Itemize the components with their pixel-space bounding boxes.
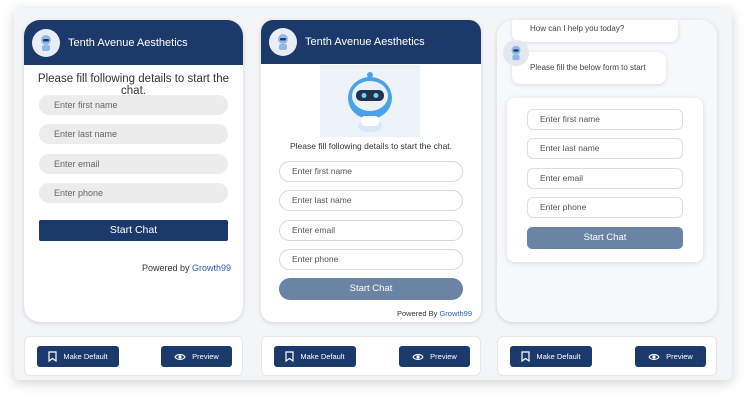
first-name-input[interactable]: Enter first name (279, 161, 463, 182)
powered-by-label: Powered by (141, 263, 192, 273)
chat-widget-template-2: Tenth Avenue Aesthetics Please fill foll… (261, 20, 481, 322)
email-input[interactable]: Enter email (39, 154, 228, 174)
preview-label: Preview (192, 352, 219, 361)
robot-icon (348, 72, 392, 132)
bot-avatar (269, 28, 297, 56)
preview-button[interactable]: Preview (161, 346, 232, 367)
preview-button[interactable]: Preview (399, 346, 470, 367)
widget-gallery: Tenth Avenue Aesthetics Please fill foll… (0, 0, 746, 403)
start-chat-button[interactable]: Start Chat (527, 227, 683, 249)
bot-avatar (32, 28, 60, 57)
intro-text: Please fill following details to start t… (37, 73, 230, 97)
robot-icon (278, 34, 288, 50)
greeting-bubble: How can I help you today? (512, 20, 678, 42)
preview-label: Preview (430, 352, 457, 361)
powered-by: Powered By Growth99 (397, 309, 472, 318)
first-name-input[interactable]: Enter first name (527, 109, 683, 130)
make-default-button[interactable]: Make Default (274, 346, 356, 367)
make-default-button[interactable]: Make Default (37, 346, 119, 367)
make-default-label: Make Default (536, 352, 581, 361)
template-2-actions: Make Default Preview (261, 336, 481, 376)
widget-header: Tenth Avenue Aesthetics (24, 20, 243, 65)
make-default-button[interactable]: Make Default (510, 346, 592, 367)
bookmark-icon (285, 351, 295, 362)
preview-label: Preview (666, 352, 693, 361)
last-name-input[interactable]: Enter last name (39, 124, 228, 144)
eye-icon (648, 353, 660, 360)
robot-illustration (320, 65, 420, 137)
email-input[interactable]: Enter email (279, 220, 463, 241)
start-chat-button[interactable]: Start Chat (279, 278, 463, 300)
widget-header: Tenth Avenue Aesthetics (261, 20, 481, 64)
eye-icon (174, 353, 186, 360)
phone-input[interactable]: Enter phone (39, 183, 228, 203)
growth99-link[interactable]: Growth99 (439, 309, 472, 318)
make-default-label: Make Default (63, 352, 108, 361)
robot-icon (511, 45, 521, 61)
last-name-input[interactable]: Enter last name (527, 138, 683, 159)
form-card: Enter first name Enter last name Enter e… (507, 98, 703, 262)
last-name-input[interactable]: Enter last name (279, 190, 463, 211)
chat-widget-template-3: How can I help you today? Please fill th… (497, 20, 717, 322)
intro-text: Please fill following details to start t… (289, 141, 453, 151)
phone-input[interactable]: Enter phone (279, 249, 463, 270)
eye-icon (412, 353, 424, 360)
first-name-input[interactable]: Enter first name (39, 95, 228, 115)
form-prompt-bubble: Please fill the below form to start (512, 52, 666, 84)
make-default-label: Make Default (300, 352, 345, 361)
preview-button[interactable]: Preview (635, 346, 706, 367)
powered-by-label: Powered By (396, 309, 440, 318)
bookmark-icon (48, 351, 58, 362)
widget-title: Tenth Avenue Aesthetics (305, 36, 425, 48)
email-input[interactable]: Enter email (527, 168, 683, 189)
robot-icon (41, 34, 51, 51)
growth99-link[interactable]: Growth99 (192, 263, 231, 273)
bookmark-icon (521, 351, 531, 362)
template-3-actions: Make Default Preview (497, 336, 717, 376)
template-1-actions: Make Default Preview (24, 336, 243, 376)
chat-widget-template-1: Tenth Avenue Aesthetics Please fill foll… (24, 20, 243, 322)
widget-title: Tenth Avenue Aesthetics (68, 36, 188, 49)
bot-avatar (503, 40, 529, 66)
start-chat-button[interactable]: Start Chat (39, 220, 228, 241)
powered-by: Powered by Growth99 (142, 263, 231, 273)
phone-input[interactable]: Enter phone (527, 197, 683, 218)
